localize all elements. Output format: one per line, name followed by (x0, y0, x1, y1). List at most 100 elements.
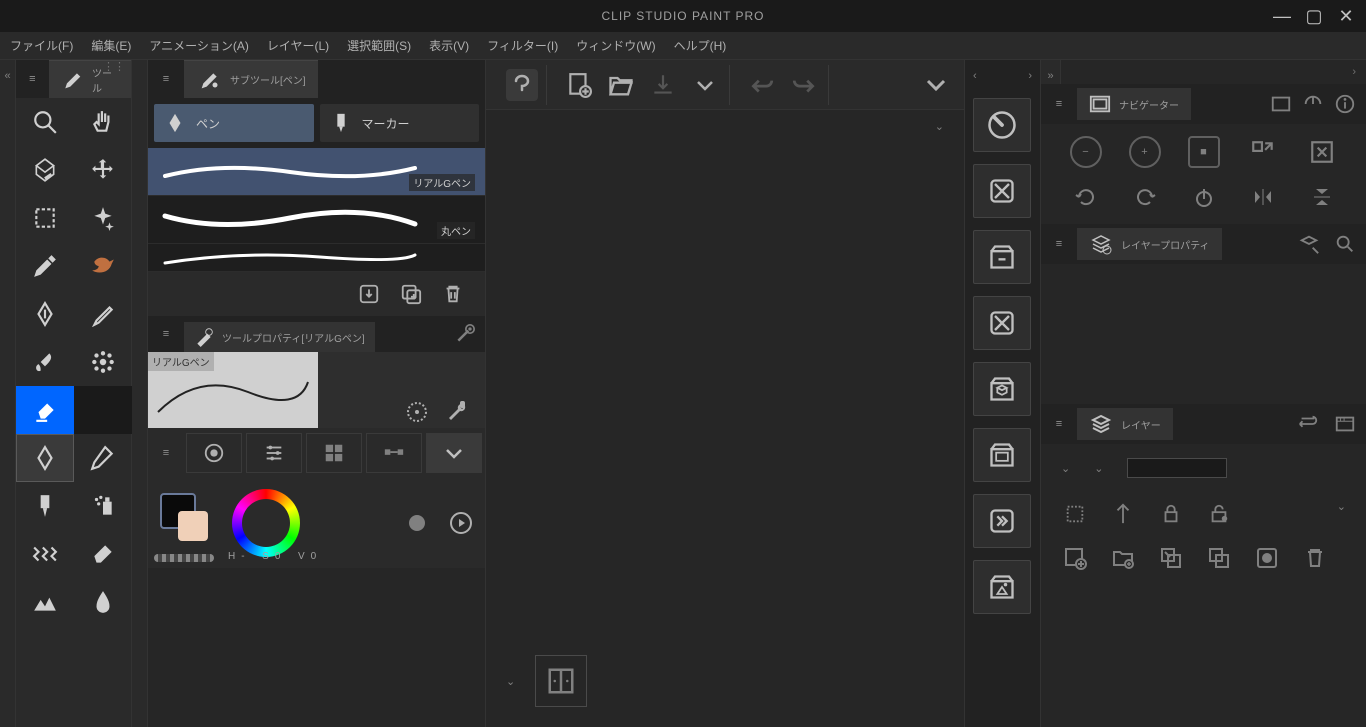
menu-window[interactable]: ウィンドウ(W) (576, 37, 655, 54)
menu-help[interactable]: ヘルプ(H) (674, 37, 727, 54)
search-layer-icon[interactable] (1334, 233, 1356, 255)
tool-panel-menu[interactable]: ≡ (16, 60, 49, 98)
clip-mask-icon[interactable] (1109, 500, 1137, 528)
tool-brush[interactable] (16, 338, 74, 386)
color-square[interactable] (254, 511, 278, 535)
undo-button[interactable] (746, 69, 778, 101)
flip-h-button[interactable] (1247, 181, 1279, 213)
info-icon[interactable] (1334, 93, 1356, 115)
menu-file[interactable]: ファイル(F) (10, 37, 73, 54)
tool-move[interactable] (74, 146, 132, 194)
delete-subtool-button[interactable] (441, 282, 465, 306)
layereffect-icon[interactable] (1298, 233, 1320, 255)
dock-material3d-button[interactable] (973, 362, 1031, 416)
zoom-fitscreen-button[interactable] (1306, 136, 1338, 168)
new-layer-button[interactable] (1061, 544, 1089, 572)
canvas-collapse-2[interactable]: ⌄ (506, 675, 515, 688)
color-dropdown-button[interactable] (426, 433, 482, 473)
transfer-down-button[interactable] (1157, 544, 1185, 572)
left-expand[interactable]: « (0, 60, 16, 727)
color-wheel[interactable] (232, 489, 300, 557)
layer-menu[interactable]: ≡ (1041, 418, 1077, 430)
subtool-expand[interactable]: «» (132, 60, 148, 727)
zoom-fit-button[interactable]: ■ (1188, 136, 1220, 168)
reference-icon[interactable] (1205, 500, 1233, 528)
navigator-tab[interactable]: ナビゲーター (1077, 88, 1191, 120)
new-file-button[interactable] (563, 69, 595, 101)
menu-edit[interactable]: 編集(E) (91, 37, 131, 54)
tool-prop-tab2[interactable] (445, 324, 485, 344)
new-folder-button[interactable] (1109, 544, 1137, 572)
download-subtool-button[interactable] (357, 282, 381, 306)
wrench-icon[interactable] (445, 400, 469, 424)
nav-menu[interactable]: ≡ (1041, 98, 1077, 110)
brush-maru-pen[interactable]: 丸ペン (148, 196, 485, 244)
tool-spray[interactable] (74, 482, 132, 530)
brush-item-3[interactable] (148, 244, 485, 272)
tool-eraser-selected[interactable] (16, 386, 74, 434)
dock-left-arrow[interactable]: ‹ (973, 70, 977, 82)
tool-eraser2[interactable] (74, 530, 132, 578)
menu-view[interactable]: 表示(V) (429, 37, 469, 54)
background-color[interactable] (178, 511, 208, 541)
play-icon[interactable] (449, 511, 473, 535)
merge-down-button[interactable] (1205, 544, 1233, 572)
flip-v-button[interactable] (1306, 181, 1338, 213)
dock-right-arrow[interactable]: › (1028, 70, 1032, 82)
canvas-collapse-toggle[interactable]: ⌄ (486, 110, 964, 143)
brush-size-dial-icon[interactable] (405, 400, 429, 424)
redo-button[interactable] (788, 69, 820, 101)
dock-material3-button[interactable] (973, 296, 1031, 350)
color-grid-button[interactable] (306, 433, 362, 473)
tool-pattern[interactable] (16, 530, 74, 578)
itemview-icon[interactable] (1302, 93, 1324, 115)
subtool-panel-tab[interactable]: サブツール[ペン] (184, 60, 318, 98)
save-dropdown[interactable] (689, 69, 721, 101)
delete-layer-button[interactable] (1301, 544, 1329, 572)
zoom-out-button[interactable]: − (1070, 136, 1102, 168)
maximize-button[interactable]: ▢ (1302, 4, 1326, 28)
tool-hand[interactable] (74, 98, 132, 146)
layer-mask-button[interactable] (1253, 544, 1281, 572)
tool-dot-pen[interactable] (74, 434, 132, 482)
color-set-circle-button[interactable] (186, 433, 242, 473)
rotate-ccw-button[interactable] (1070, 181, 1102, 213)
dock-autoaction-button[interactable] (973, 494, 1031, 548)
tool-pencil[interactable] (74, 290, 132, 338)
color-sliders-button[interactable] (246, 433, 302, 473)
opacity-input[interactable] (1127, 458, 1227, 478)
menu-animation[interactable]: アニメーション(A) (149, 37, 249, 54)
menu-filter[interactable]: フィルター(I) (487, 37, 558, 54)
dock-material-manga-button[interactable] (973, 428, 1031, 482)
dock-quickaccess-button[interactable] (973, 98, 1031, 152)
subtool-tab-marker[interactable]: マーカー (320, 104, 480, 142)
layer-property-tab[interactable]: レイヤープロパティ (1077, 228, 1222, 260)
tool-eyedropper[interactable] (16, 242, 74, 290)
lock-icon[interactable] (1157, 500, 1185, 528)
right-arrow-far[interactable]: › (1061, 60, 1366, 84)
tool-selection[interactable] (16, 194, 74, 242)
minimize-button[interactable]: — (1270, 4, 1294, 28)
subtool-tab-pen[interactable]: ペン (154, 104, 314, 142)
dock-material1-button[interactable] (973, 164, 1031, 218)
layerprop-menu[interactable]: ≡ (1041, 238, 1077, 250)
layer-tab[interactable]: レイヤー (1077, 408, 1173, 440)
opacity-dropdown[interactable]: ⌄ (1094, 462, 1103, 475)
tool-wand[interactable] (74, 194, 132, 242)
color-intermediate-button[interactable] (366, 433, 422, 473)
tool-mountain[interactable] (16, 578, 74, 626)
zoom-in-button[interactable]: + (1129, 136, 1161, 168)
tool-blur[interactable] (74, 578, 132, 626)
color-gradient-bar[interactable] (154, 554, 214, 562)
zoom-100-button[interactable] (1247, 136, 1279, 168)
menu-layer[interactable]: レイヤー(L) (267, 37, 329, 54)
subview-icon[interactable] (1270, 93, 1292, 115)
brush-real-g-pen[interactable]: リアルGペン (148, 148, 485, 196)
tool-airbrush[interactable] (16, 482, 74, 530)
page-navigator[interactable] (535, 655, 587, 707)
subtool-panel-menu[interactable]: ≡ (148, 60, 184, 98)
tool-bird[interactable] (74, 242, 132, 290)
lock-transparent-icon[interactable] (1061, 500, 1089, 528)
tool-prop-menu[interactable]: ≡ (148, 328, 184, 340)
animation-tab-icon[interactable] (1334, 413, 1356, 435)
